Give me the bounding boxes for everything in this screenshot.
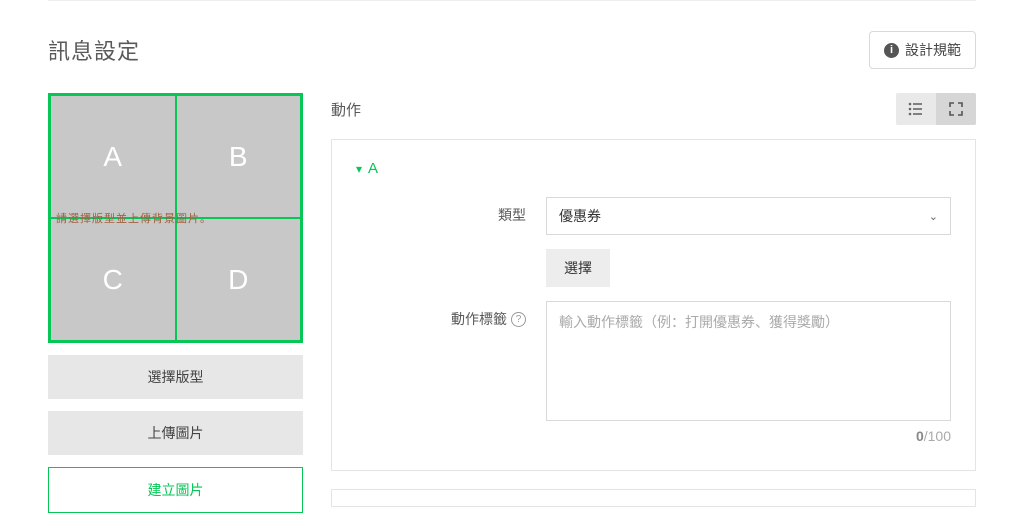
chevron-down-icon: ▾	[356, 162, 362, 176]
grid-cell-d[interactable]: D	[176, 218, 302, 341]
design-spec-button[interactable]: i 設計規範	[869, 31, 976, 69]
select-template-button[interactable]: 選擇版型	[48, 355, 303, 399]
action-tag-label: 動作標籤	[451, 309, 507, 329]
create-image-button[interactable]: 建立圖片	[48, 467, 303, 513]
template-grid-preview[interactable]: A B C D 請選擇版型並上傳背景圖片。	[48, 93, 303, 343]
help-icon[interactable]: ?	[511, 312, 526, 327]
type-value: 優惠券	[559, 206, 601, 226]
char-counter: 0/100	[546, 428, 951, 444]
choose-button[interactable]: 選擇	[546, 249, 610, 287]
expand-icon	[948, 101, 964, 117]
list-view-button[interactable]	[896, 93, 936, 125]
left-column: A B C D 請選擇版型並上傳背景圖片。 選擇版型 上傳圖片 建立圖片	[48, 93, 303, 513]
upload-image-button[interactable]: 上傳圖片	[48, 411, 303, 455]
right-column: 動作 ▾ A 類型 優惠券 ⌄	[331, 93, 976, 525]
grid-cell-a[interactable]: A	[50, 95, 176, 218]
panel-name: A	[368, 160, 378, 177]
grid-cell-b[interactable]: B	[176, 95, 302, 218]
expand-view-button[interactable]	[936, 93, 976, 125]
action-panel-next	[331, 489, 976, 507]
type-label: 類型	[356, 197, 526, 225]
actions-heading: 動作	[331, 99, 361, 120]
chevron-down-icon: ⌄	[929, 210, 938, 223]
design-spec-label: 設計規範	[905, 40, 961, 60]
view-toggle	[896, 93, 976, 125]
action-tag-input[interactable]	[546, 301, 951, 421]
panel-toggle-a[interactable]: ▾ A	[356, 160, 378, 177]
grid-cell-c[interactable]: C	[50, 218, 176, 341]
type-select[interactable]: 優惠券 ⌄	[546, 197, 951, 235]
info-icon: i	[884, 43, 899, 58]
section-title: 訊息設定	[48, 34, 140, 66]
list-icon	[908, 101, 924, 117]
action-panel-a: ▾ A 類型 優惠券 ⌄ 選擇 動作標	[331, 139, 976, 471]
